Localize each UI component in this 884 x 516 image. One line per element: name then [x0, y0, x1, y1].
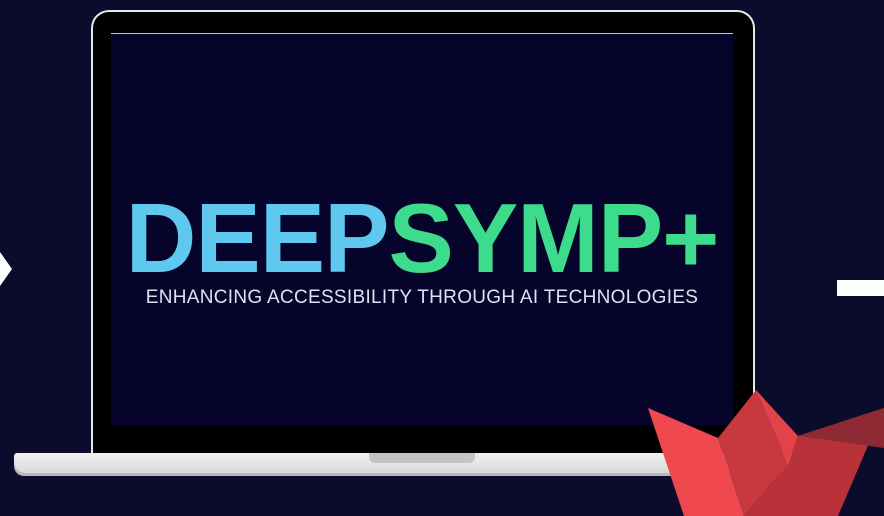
paper-boat-icon [648, 390, 884, 516]
promo-banner: DEEPSYMP+ ENHANCING ACCESSIBILITY THROUG… [0, 0, 884, 516]
dash-icon [837, 280, 884, 296]
tagline: ENHANCING ACCESSIBILITY THROUGH AI TECHN… [145, 287, 699, 308]
logo-part-deep: DEEP [125, 183, 390, 293]
laptop-notch [369, 453, 475, 463]
logo-part-symp: SYMP+ [388, 183, 719, 293]
logo-wordmark: DEEPSYMP+ [0, 188, 844, 288]
